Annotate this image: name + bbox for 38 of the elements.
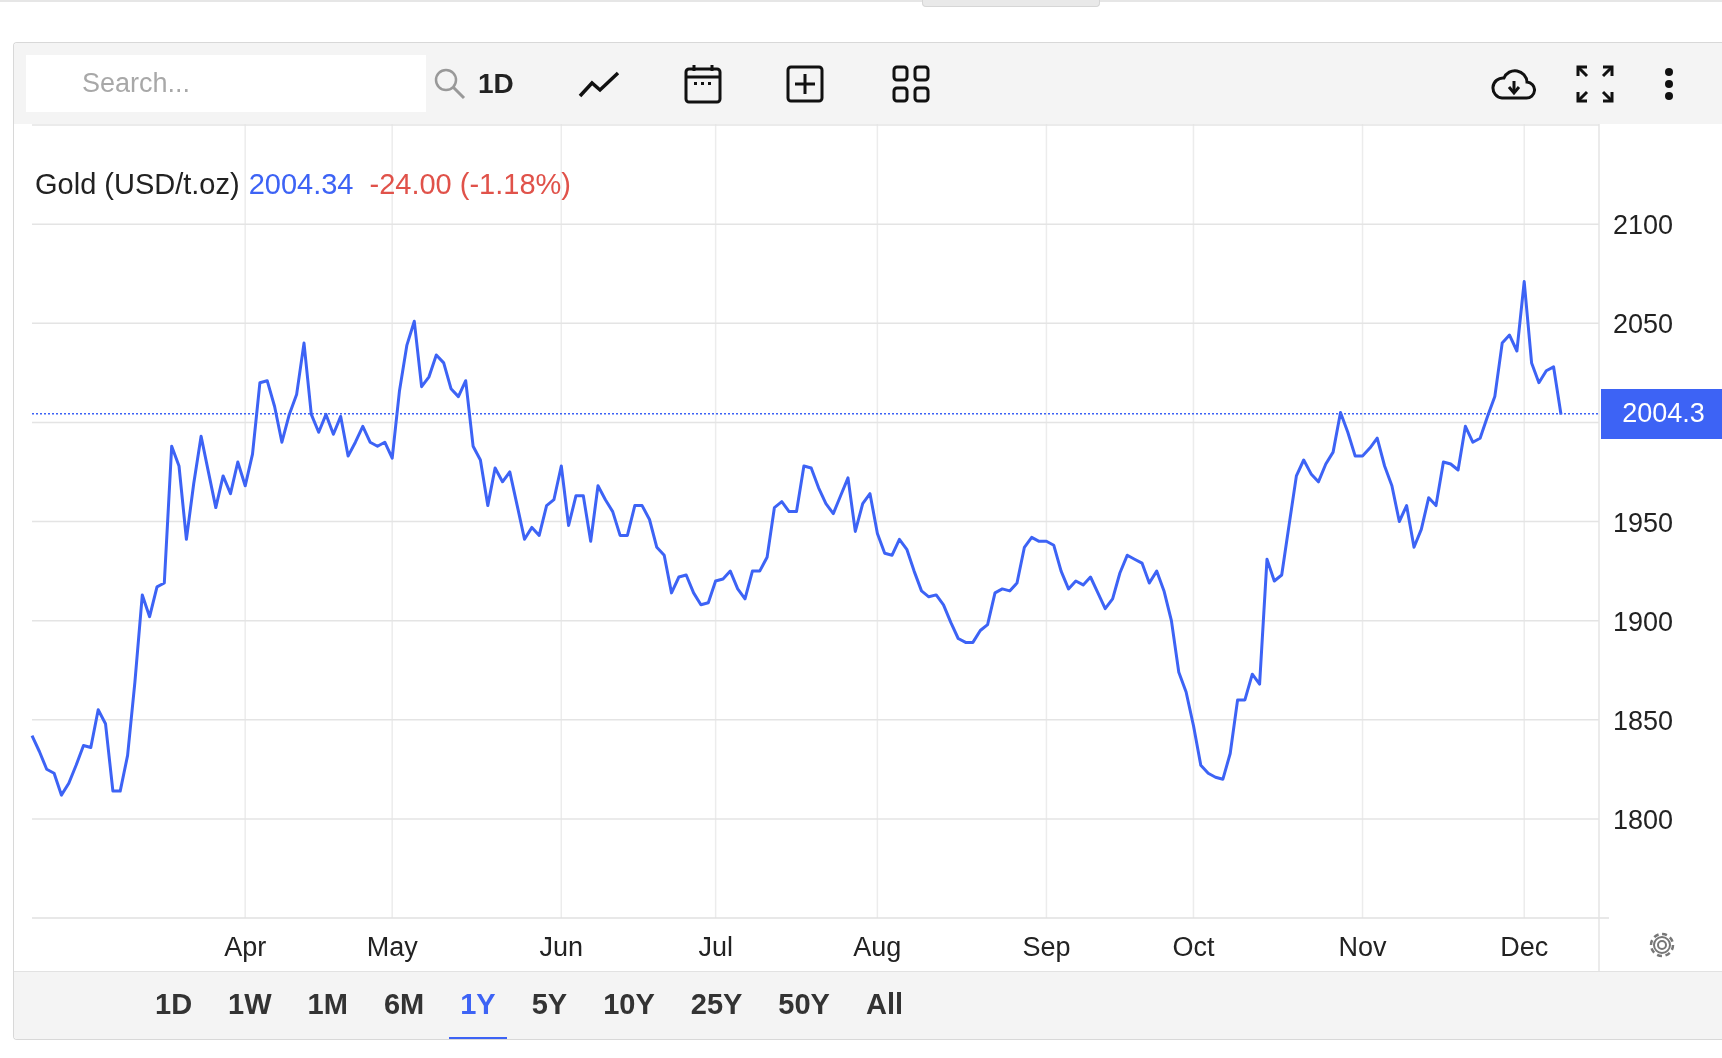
fullscreen-icon[interactable]: [1576, 64, 1614, 103]
x-axis-label: Sep: [1022, 932, 1071, 962]
calendar-icon[interactable]: [683, 63, 722, 104]
price-change: -24.00 (-1.18%): [369, 168, 571, 201]
x-axis-label: Oct: [1172, 932, 1215, 962]
grid-icon[interactable]: [891, 64, 930, 103]
cloud-download-icon[interactable]: [1490, 66, 1536, 101]
x-axis-label: Apr: [224, 932, 267, 962]
range-tab[interactable]: 1D: [144, 972, 204, 1039]
instrument-title: Gold (USD/t.oz): [35, 168, 240, 201]
price-badge: 2004.3: [1601, 388, 1722, 439]
x-axis-label: Nov: [1338, 932, 1387, 962]
y-axis-label: 2050: [1613, 309, 1674, 340]
range-tab[interactable]: 1Y: [449, 972, 507, 1039]
x-axis-label: Jun: [539, 932, 584, 962]
settings-icon[interactable]: [1649, 932, 1675, 958]
range-tab[interactable]: 50Y: [767, 972, 841, 1039]
range-tab[interactable]: 1W: [217, 972, 283, 1039]
y-axis-label: 1800: [1613, 804, 1674, 835]
y-axis-label: 1950: [1613, 507, 1674, 538]
range-tab[interactable]: 25Y: [679, 972, 754, 1039]
range-tab[interactable]: 6M: [372, 972, 436, 1039]
x-axis-label: May: [366, 932, 418, 962]
last-price: 2004.34: [248, 168, 354, 201]
interval-button[interactable]: 1D: [478, 67, 514, 100]
add-icon[interactable]: [785, 64, 824, 103]
x-axis-label: Aug: [853, 932, 902, 962]
more-icon[interactable]: [1664, 66, 1674, 101]
x-axis-label: Jul: [698, 932, 733, 962]
range-tab[interactable]: 1M: [296, 972, 359, 1039]
y-axis-label: 1900: [1613, 606, 1674, 637]
range-tab[interactable]: 5Y: [520, 972, 579, 1039]
x-axis-label: Dec: [1500, 932, 1549, 962]
y-axis-label: 2100: [1613, 210, 1674, 241]
search-field[interactable]: Search...: [26, 55, 426, 112]
range-tab[interactable]: 10Y: [592, 972, 666, 1039]
range-tab[interactable]: All: [854, 972, 915, 1039]
y-axis-label: 1850: [1613, 705, 1674, 736]
